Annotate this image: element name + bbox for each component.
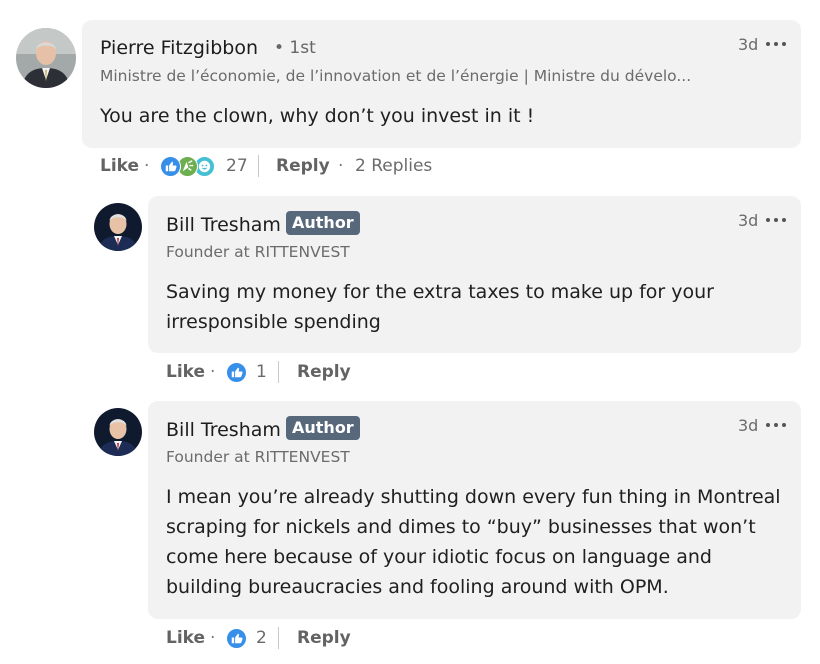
reply-button[interactable]: Reply: [297, 358, 351, 386]
like-reaction-icon[interactable]: [160, 156, 181, 177]
author-name[interactable]: Bill Tresham: [166, 419, 281, 441]
reaction-count[interactable]: 2: [256, 624, 267, 652]
comment-actions: Like · 27 Reply · 2 Replies: [100, 152, 500, 180]
reaction-count[interactable]: 1: [256, 358, 267, 386]
reply-button[interactable]: Reply: [297, 624, 351, 652]
comments-thread: Pierre Fitzgibbon • 1st 3d Ministre de l…: [0, 0, 820, 664]
comment-text: You are the clown, why don’t you invest …: [100, 105, 535, 127]
like-button[interactable]: Like: [166, 624, 205, 652]
separator-dot: ·: [210, 362, 216, 382]
author-name[interactable]: Pierre Fitzgibbon: [100, 37, 258, 59]
more-options-icon[interactable]: [766, 216, 788, 224]
replies-count-link[interactable]: 2 Replies: [355, 152, 432, 180]
author-badge: Author: [286, 416, 360, 440]
comment-bubble: Pierre Fitzgibbon • 1st 3d Ministre de l…: [82, 20, 801, 148]
comment-timestamp: 3d: [738, 211, 759, 230]
more-options-icon[interactable]: [766, 421, 788, 429]
like-reaction-icon[interactable]: [226, 628, 247, 649]
reply-actions: Like · 2 Reply: [166, 624, 466, 652]
separator-dot: ·: [338, 156, 344, 176]
comment-timestamp: 3d: [738, 416, 759, 435]
author-name[interactable]: Bill Tresham: [166, 214, 281, 236]
connection-degree: • 1st: [274, 38, 316, 58]
author-headline: Ministre de l’économie, de l’innovation …: [100, 67, 692, 85]
separator-dot: ·: [210, 628, 216, 648]
avatar-pierre-fitzgibbon[interactable]: [16, 28, 76, 88]
reaction-count[interactable]: 27: [226, 152, 248, 180]
reply-actions: Like · 1 Reply: [166, 358, 466, 386]
reply-button[interactable]: Reply: [276, 152, 330, 180]
divider: [278, 361, 279, 383]
reply-bubble: Bill Tresham Author 3d Founder at RITTEN…: [148, 401, 801, 619]
comment-text-line: building bureaucracies and fooling aroun…: [166, 576, 669, 598]
divider: [258, 155, 259, 177]
author-headline: Founder at RITTENVEST: [166, 243, 350, 261]
previous-actions-row-cutoff: [0, 0, 820, 6]
like-button[interactable]: Like: [100, 152, 139, 180]
comment-timestamp: 3d: [738, 35, 759, 54]
separator-dot: ·: [144, 156, 150, 176]
comment-text-line: come here because of your idiotic focus …: [166, 546, 712, 568]
comment-text: I mean you’re already shutting down ever…: [166, 482, 791, 602]
author-headline: Founder at RITTENVEST: [166, 448, 350, 466]
reply-bubble: Bill Tresham Author 3d Founder at RITTEN…: [148, 196, 801, 353]
like-button[interactable]: Like: [166, 358, 205, 386]
comment-text-line: I mean you’re already shutting down ever…: [166, 486, 781, 508]
like-reaction-icon[interactable]: [226, 362, 247, 383]
comment-text-line: scraping for nickels and dimes to “buy” …: [166, 516, 756, 538]
comment-text: Saving my money for the extra taxes to m…: [166, 277, 786, 337]
comment-text-line: irresponsible spending: [166, 311, 381, 333]
more-options-icon[interactable]: [766, 40, 788, 48]
avatar-bill-tresham[interactable]: [94, 408, 142, 456]
divider: [278, 627, 279, 649]
comment-text-line: Saving my money for the extra taxes to m…: [166, 281, 714, 303]
avatar-bill-tresham[interactable]: [94, 203, 142, 251]
author-badge: Author: [286, 211, 360, 235]
